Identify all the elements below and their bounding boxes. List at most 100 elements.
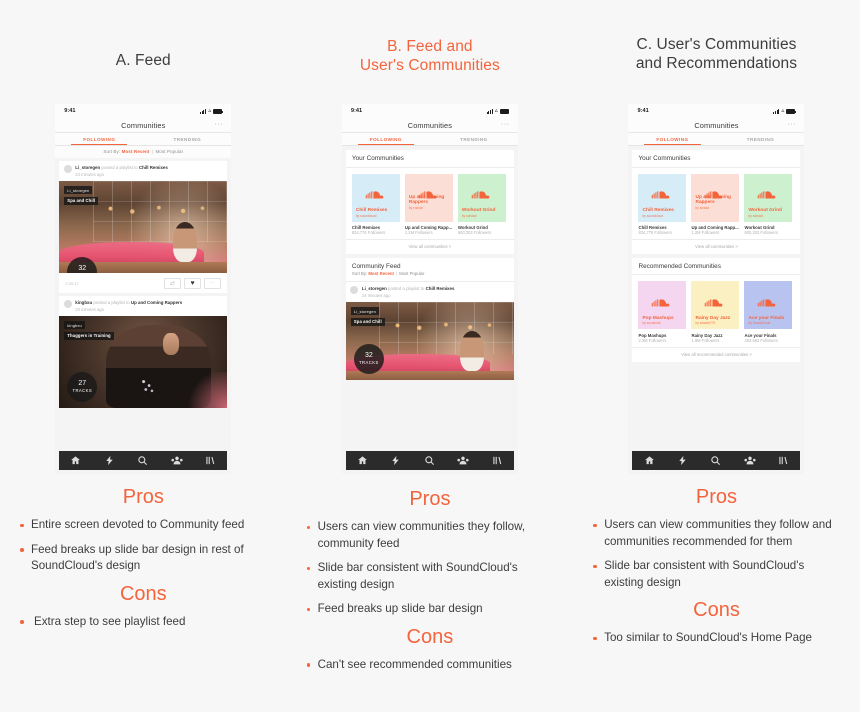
- concept-column-a: A. Feed 9:41 ▵ Communities ··· FOLLOWING…: [0, 0, 287, 712]
- sort-option-most-popular[interactable]: Most Popular: [155, 149, 183, 154]
- lightning-bolt-icon[interactable]: [104, 455, 115, 466]
- more-options-icon[interactable]: ···: [501, 121, 510, 128]
- community-tile-artwork[interactable]: Up and Coming Rappers by sndclø: [404, 173, 453, 222]
- community-tile-item[interactable]: Ace your Finals by SoundCloud Ace your F…: [744, 281, 793, 343]
- view-all-communities-link[interactable]: View all communities >: [345, 239, 514, 254]
- search-icon[interactable]: [424, 455, 435, 466]
- playlist-artwork[interactable]: Li_storegen Spa and Chill 32 TRACKS: [345, 302, 514, 381]
- post-username[interactable]: Li_storegen: [75, 165, 100, 170]
- sort-option-most-popular[interactable]: Most Popular: [399, 271, 424, 276]
- post-community[interactable]: Chill Remixes: [139, 165, 168, 170]
- sort-option-most-recent[interactable]: Most Recent: [368, 271, 394, 276]
- library-icon[interactable]: [778, 455, 789, 466]
- community-tile-item[interactable]: Up and Coming Rappers by sndclø Up and C…: [691, 173, 740, 236]
- post-username[interactable]: Li_storegen: [362, 286, 387, 291]
- more-options-icon[interactable]: ···: [214, 121, 223, 128]
- tab-following[interactable]: FOLLOWING: [342, 133, 430, 145]
- lightning-bolt-icon[interactable]: [677, 455, 688, 466]
- status-bar-c: 9:41 ▵: [628, 104, 805, 118]
- home-icon[interactable]: [357, 455, 368, 466]
- post-username[interactable]: kingbxu: [75, 300, 92, 305]
- heart-icon[interactable]: ♥: [184, 277, 202, 289]
- column-c-title-line1: C. User's Communities: [636, 36, 797, 53]
- library-icon[interactable]: [492, 455, 503, 466]
- concept-column-b: B. Feed and User's Communities 9:41 ▵ Co…: [287, 0, 574, 712]
- track-count-number: 32: [78, 265, 87, 273]
- community-tile-item[interactable]: Workout Grind by sdrowd Workout Grind 60…: [744, 173, 793, 236]
- feed-post[interactable]: Li_storegen posted a playlist to Chill R…: [59, 160, 228, 294]
- playlist-artwork[interactable]: kingbxu Thuggers in Training 27 TRACKS: [59, 316, 228, 409]
- community-tile-artwork[interactable]: Rainy Day Jazz by sdasde775: [691, 281, 740, 330]
- feed-post[interactable]: Li_storegen posted a playlist to Chill R…: [345, 281, 514, 381]
- communities-icon[interactable]: [457, 455, 469, 466]
- community-tiles: Chill Remixes by soundcloud Chill Remixe…: [346, 168, 514, 240]
- communities-icon[interactable]: [744, 455, 756, 466]
- soundcloud-logo-icon: [705, 299, 723, 307]
- tab-following[interactable]: FOLLOWING: [628, 133, 716, 145]
- post-byline: Li_storegen posted a playlist to Chill R…: [75, 165, 168, 170]
- community-tile-artwork[interactable]: Chill Remixes by soundcloud: [351, 173, 400, 222]
- community-tile-item[interactable]: Workout Grind by sdrowd Workout Grind 60…: [457, 173, 506, 236]
- playlist-artwork[interactable]: Li_storegen Spa and Chill 32 TRACKS: [59, 181, 228, 274]
- community-tile-item[interactable]: Rainy Day Jazz by sdasde775 Rainy Day Ja…: [691, 281, 740, 343]
- follower-count: 1.9M Followers: [691, 338, 720, 344]
- soundcloud-logo-icon: [471, 191, 490, 199]
- column-c-title-line2: and Recommendations: [635, 54, 798, 72]
- segment-tabs-b: FOLLOWING TRENDING: [341, 133, 518, 146]
- more-options-icon[interactable]: ···: [787, 121, 796, 128]
- community-tile-item[interactable]: Pop Mashups by sundsoda Pop Mashups 2.3M…: [638, 281, 687, 344]
- sort-bar: Sort By: Most Recent | Most Popular: [352, 271, 508, 276]
- community-tile-artwork[interactable]: Workout Grind by sdrowd: [744, 173, 793, 222]
- feed-post[interactable]: kingbxu posted a playlist to Up and Comi…: [59, 296, 228, 409]
- follower-count: 2.3M Followers: [638, 338, 667, 344]
- tab-trending[interactable]: TRENDING: [430, 133, 518, 145]
- search-icon[interactable]: [710, 455, 721, 466]
- home-icon[interactable]: [644, 455, 655, 466]
- view-all-communities-link[interactable]: View all communities >: [632, 239, 801, 254]
- your-communities-card: Your Communities Chill Remixes by soundc…: [345, 150, 514, 254]
- home-icon[interactable]: [70, 455, 81, 466]
- sort-prefix: Sort By:: [103, 149, 121, 155]
- sort-separator: |: [395, 271, 398, 277]
- community-tile-artwork[interactable]: Chill Remixes by soundcloud: [638, 173, 687, 222]
- community-tile-artwork[interactable]: Workout Grind by sdrowd: [457, 173, 506, 222]
- library-icon[interactable]: [205, 455, 216, 466]
- community-feed-card: Community Feed Sort By: Most Recent | Mo…: [345, 257, 514, 381]
- community-tile-artwork[interactable]: Up and Coming Rappers by sndclø: [691, 173, 740, 222]
- pros-list: Users can view communities they follow a…: [591, 517, 842, 591]
- community-tile-artwork[interactable]: Ace your Finals by SoundCloud: [744, 281, 793, 330]
- signal-icon: [199, 108, 206, 114]
- status-icons: ▵: [773, 108, 797, 114]
- communities-icon[interactable]: [171, 455, 183, 466]
- tile-byline: by sdasde775: [695, 321, 716, 326]
- more-icon[interactable]: ···: [204, 277, 222, 289]
- community-tile-item[interactable]: Up and Coming Rappers by sndclø Up and C…: [404, 173, 453, 236]
- bottom-tab-bar-a: [59, 451, 228, 470]
- community-tile-item[interactable]: Chill Remixes by soundcloud Chill Remixe…: [351, 173, 400, 236]
- search-icon[interactable]: [137, 455, 148, 466]
- card-header: Community Feed Sort By: Most Recent | Mo…: [345, 258, 514, 282]
- tab-trending[interactable]: TRENDING: [716, 133, 804, 145]
- tile-byline: by sndclø: [695, 205, 710, 210]
- repost-icon[interactable]: ⇄: [163, 277, 181, 289]
- tile-info: Rainy Day Jazz 1.9M Followers: [691, 329, 739, 343]
- segment-tabs-c: FOLLOWING TRENDING: [628, 133, 805, 146]
- lightning-bolt-icon[interactable]: [390, 455, 401, 466]
- post-community[interactable]: Chill Remixes: [426, 286, 455, 291]
- tab-trending[interactable]: TRENDING: [143, 133, 231, 145]
- tile-name: Up and Coming Rappers: [695, 194, 731, 206]
- community-tile-artwork[interactable]: Pop Mashups by sundsoda: [638, 281, 687, 330]
- comparison-board: A. Feed 9:41 ▵ Communities ··· FOLLOWING…: [0, 0, 860, 712]
- tab-following[interactable]: FOLLOWING: [55, 133, 143, 145]
- view-all-recommended-link[interactable]: View all recommended communities >: [632, 347, 801, 362]
- community-tile-item[interactable]: Chill Remixes by soundcloud Chill Remixe…: [638, 173, 687, 236]
- section-heading: Recommended Communities: [638, 262, 721, 270]
- track-count-number: 27: [78, 380, 87, 388]
- tile-byline: by sdrowd: [461, 213, 477, 218]
- post-community[interactable]: Up and Coming Rappers: [131, 300, 182, 305]
- artwork-title-tag: Spa and Chill: [64, 196, 99, 205]
- status-time: 9:41: [637, 108, 649, 114]
- list-item: Can't see recommended communities: [305, 657, 556, 674]
- sort-option-most-recent[interactable]: Most Recent: [122, 149, 150, 154]
- card-header: Your Communities: [345, 150, 514, 168]
